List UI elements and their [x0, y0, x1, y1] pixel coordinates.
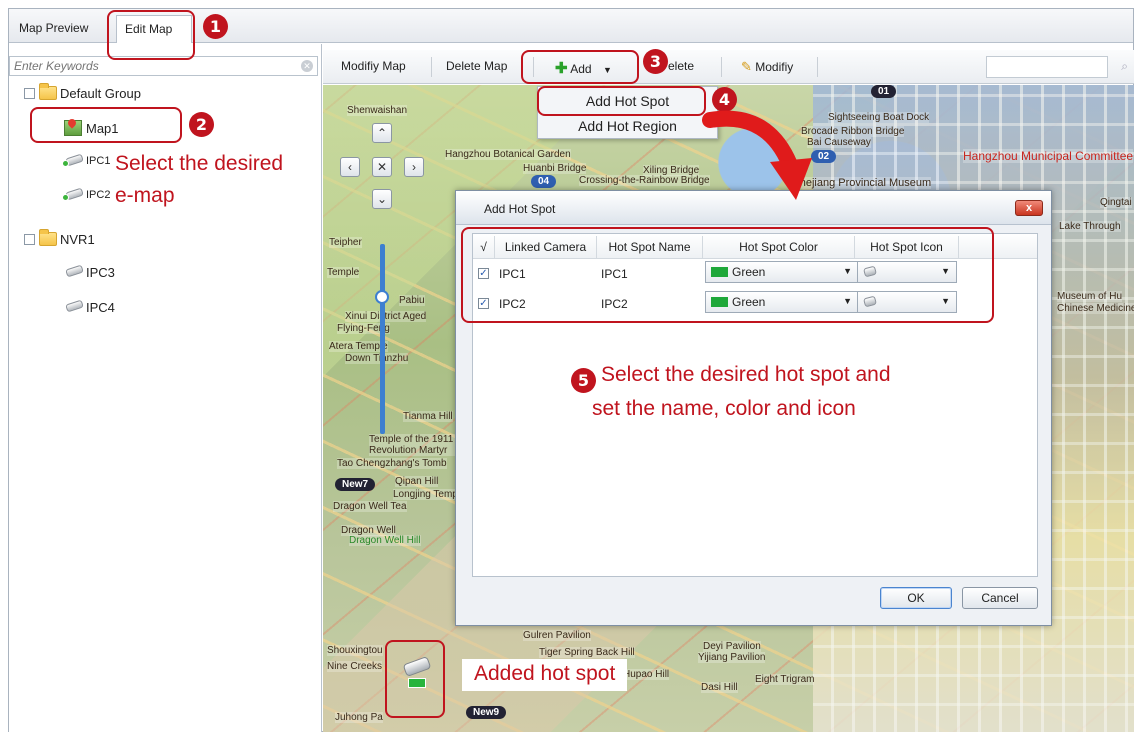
annotation-box-add-hot-spot	[537, 86, 706, 116]
camera-icon	[62, 299, 84, 314]
camera-icon	[62, 264, 84, 279]
map-label: Crossing-the-Rainbow Bridge	[579, 175, 710, 186]
map-label: Shouxingtou	[327, 645, 383, 656]
annotation-select-map-line1: Select the desired	[115, 152, 284, 175]
tree-group-label: NVR1	[60, 231, 95, 247]
camera-icon	[62, 187, 84, 202]
ok-button[interactable]: OK	[880, 587, 952, 609]
tree-item-ipc4[interactable]: IPC4	[62, 296, 115, 318]
annotation-box-added-hot-spot	[385, 640, 445, 718]
map-label: Down Tianzhu	[345, 353, 409, 364]
map-label: Temple	[327, 267, 360, 278]
map-label: Qingtai	[1100, 197, 1132, 208]
map-label: Teipher	[329, 237, 362, 248]
pan-down-button[interactable]: ⌄	[372, 189, 392, 209]
tree-item-ipc3[interactable]: IPC3	[62, 261, 115, 283]
pan-right-button[interactable]: ›	[404, 157, 424, 177]
annotation-arrow	[702, 110, 812, 200]
dialog-title: Add Hot Spot	[484, 202, 556, 216]
tree-item-ipc1[interactable]: IPC1	[62, 150, 110, 172]
annotation-box-map1	[30, 107, 182, 143]
zoom-slider-track[interactable]	[380, 244, 385, 434]
clear-icon[interactable]: ✕	[301, 60, 313, 72]
map-label: Dasi Hill	[701, 682, 738, 693]
resource-tree-panel	[9, 44, 322, 732]
map-badge: 04	[531, 175, 557, 188]
map-label: Huanbi Bridge	[523, 163, 587, 174]
map-label: Deyi Pavilion	[703, 641, 761, 652]
annotation-box-hot-spot-table	[461, 227, 994, 323]
map-label: Nine Creeks	[327, 661, 383, 672]
camera-icon	[62, 153, 84, 168]
map-label: Juhong Pa	[335, 712, 383, 723]
map-label: Yijiang Pavilion	[698, 652, 766, 663]
menu-item-add-hot-region[interactable]: Add Hot Region	[538, 114, 717, 138]
map-label: Tiger Spring Back Hill	[539, 647, 635, 658]
map-badge: New7	[335, 478, 376, 491]
map-label: Pabiu	[399, 295, 425, 306]
map-label: Hangzhou Botanical Garden	[445, 149, 571, 160]
map-label: Eight Trigram	[755, 674, 815, 685]
annotation-select-map-line2: e-map	[115, 184, 175, 207]
delete-map-button[interactable]: Delete Map	[446, 59, 507, 73]
map-label: Lake Through	[1059, 221, 1121, 232]
pan-up-button[interactable]: ⌃	[372, 123, 392, 143]
collapse-icon[interactable]: ⊟	[24, 87, 35, 99]
map-label: Temple of the 1911 Revolution Martyr	[369, 434, 459, 456]
map-label: Qipan Hill	[395, 476, 439, 487]
toolbar-search-input[interactable]	[986, 56, 1108, 78]
tree-group-label: Default Group	[60, 85, 141, 101]
map-badge: 01	[871, 85, 897, 98]
search-icon[interactable]: ⌕	[1121, 59, 1128, 74]
map-badge: New9	[466, 706, 507, 719]
step-number-3: 3	[643, 49, 668, 74]
close-icon[interactable]: x	[1015, 200, 1043, 216]
modify-button[interactable]: ✎ Modifiy	[741, 59, 793, 75]
cancel-button[interactable]: Cancel	[962, 587, 1038, 609]
annotation-added-hot-spot: Added hot spot	[462, 659, 628, 691]
tree-item-label: IPC3	[86, 264, 115, 280]
collapse-icon[interactable]	[24, 233, 35, 245]
annotation-box-edit-map	[107, 10, 195, 60]
pan-left-button[interactable]: ‹	[340, 157, 360, 177]
map-label: Sightseeing Boat Dock	[828, 112, 930, 123]
annotation-step5-line1: Select the desired hot spot and	[601, 363, 891, 386]
zoom-slider-handle[interactable]	[375, 290, 389, 304]
tree-group-default[interactable]: ⊟ Default Group	[24, 82, 141, 104]
tree-item-label: IPC2	[86, 189, 111, 201]
map-label: Xinui District Aged	[345, 311, 427, 322]
delete-button[interactable]: elete	[668, 59, 694, 73]
map-toolbar: Modifiy Map Delete Map ✚ Add ▼ elete ✎ M…	[323, 50, 1134, 84]
step-number-1: 1	[203, 14, 228, 39]
map-label: Gulren Pavilion	[523, 630, 591, 641]
map-label: Tao Chengzhang's Tomb	[337, 458, 447, 469]
pan-reset-button[interactable]: ✕	[372, 157, 392, 177]
map-label: Museum of Hu	[1057, 291, 1123, 302]
tree-group-nvr1[interactable]: NVR1	[24, 228, 95, 250]
map-label: Hangzhou Municipal Committee	[963, 149, 1134, 163]
step-number-2: 2	[189, 112, 214, 137]
modify-map-button[interactable]: Modifiy Map	[341, 59, 406, 73]
folder-icon	[39, 83, 57, 100]
step-number-5: 5	[571, 368, 596, 393]
map-label: Hupao Hill	[623, 669, 670, 680]
tree-item-label: IPC4	[86, 299, 115, 315]
folder-icon	[39, 229, 57, 246]
map-label: Tianma Hill	[403, 411, 453, 422]
map-label: Atera Temple	[329, 341, 388, 352]
map-label: Shenwaishan	[347, 105, 408, 116]
tab-map-preview[interactable]: Map Preview	[11, 15, 96, 43]
map-label: Dragon Well Hill	[349, 535, 421, 546]
tree-item-ipc2[interactable]: IPC2	[62, 184, 110, 206]
map-label: Dragon Well Tea	[333, 501, 407, 512]
tree-item-label: IPC1	[86, 155, 111, 167]
annotation-step5-line2: set the name, color and icon	[592, 397, 856, 420]
pencil-icon: ✎	[741, 59, 752, 74]
annotation-box-add	[521, 50, 639, 84]
map-label: Chinese Medicine	[1057, 303, 1134, 314]
